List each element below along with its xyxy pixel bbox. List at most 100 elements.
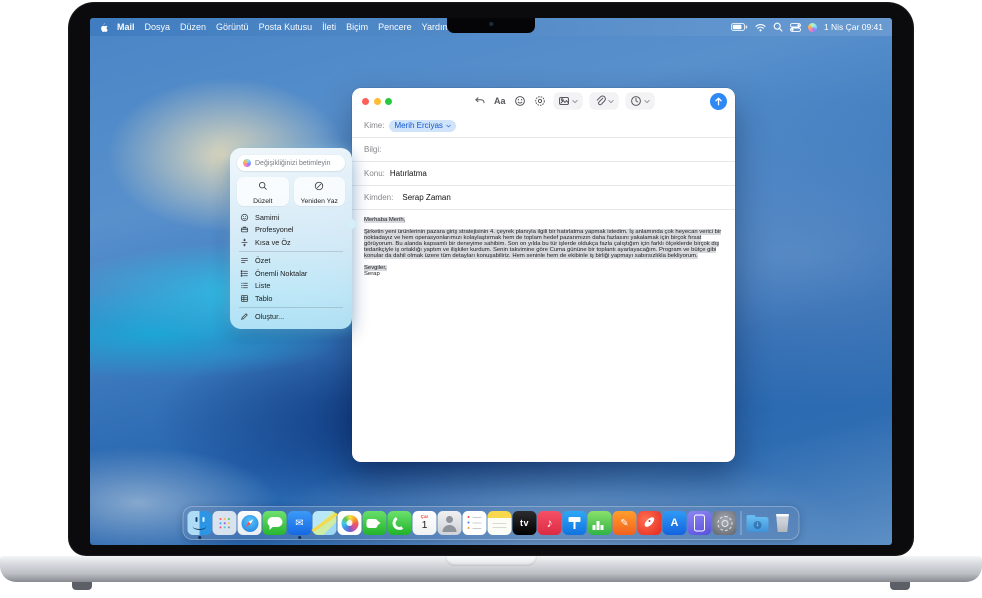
menu-item-4[interactable]: Posta Kutusu: [259, 22, 313, 32]
emoji-icon[interactable]: [514, 95, 526, 107]
tv-glyph: tv: [513, 511, 537, 535]
macbook-foot-right: [890, 582, 910, 590]
field-value-to[interactable]: Merih Erciyas: [389, 120, 455, 132]
running-indicator: [198, 536, 201, 539]
dock-keynote-icon[interactable]: [563, 511, 587, 535]
writing-tools-item-compose[interactable]: Oluştur...: [237, 311, 345, 324]
icon-art: [717, 516, 732, 531]
dock-reminders-icon[interactable]: [463, 511, 487, 535]
minimize-button[interactable]: [374, 98, 381, 105]
writing-tools-buttons: Düzelt Yeniden Yaz: [237, 177, 345, 206]
close-button[interactable]: [362, 98, 369, 105]
message-body[interactable]: Merhaba Merih, Şirketin yeni ürünlerinin…: [352, 210, 735, 462]
dock-facetime-icon[interactable]: [363, 511, 387, 535]
menu-item-6[interactable]: Biçim: [346, 22, 368, 32]
window-controls: [362, 98, 392, 105]
summary-icon: [240, 256, 249, 265]
field-row-cc[interactable]: Bilgi:: [352, 138, 735, 162]
menu-item-8[interactable]: Yardım: [422, 22, 450, 32]
menu-item-2[interactable]: Düzen: [180, 22, 206, 32]
macbook-screen-bezel: Mail Dosya Düzen Görüntü Posta Kutusu İleti Bi…: [68, 2, 914, 556]
app-store-glyph: A: [663, 511, 687, 535]
attachment-button[interactable]: [590, 93, 618, 109]
dock-launchpad-icon[interactable]: [213, 511, 237, 535]
proofread-button[interactable]: Düzelt: [237, 177, 289, 206]
field-value-subject: Hatırlatma: [390, 169, 427, 178]
zoom-button[interactable]: [385, 98, 392, 105]
send-later-button[interactable]: [626, 93, 654, 109]
dock-tv-icon[interactable]: tv: [513, 511, 537, 535]
dock-rocket-icon[interactable]: [638, 511, 662, 535]
battery-icon[interactable]: [731, 23, 748, 31]
menu-item-5[interactable]: İleti: [322, 22, 336, 32]
dock-calendar-icon[interactable]: Çar1: [413, 511, 437, 535]
writing-tools-item-key-points[interactable]: Önemli Noktalar: [237, 267, 345, 280]
dock-numbers-icon[interactable]: [588, 511, 612, 535]
menu-item-1[interactable]: Dosya: [145, 22, 171, 32]
control-center-icon[interactable]: [790, 23, 801, 32]
dock-notes-icon[interactable]: [488, 511, 512, 535]
photo-browser-button[interactable]: [554, 93, 582, 109]
icon-art: [776, 514, 790, 532]
dock-messages-icon[interactable]: [263, 511, 287, 535]
desktop: Mail Dosya Düzen Görüntü Posta Kutusu İleti Bi…: [90, 18, 892, 545]
format-button[interactable]: Aa: [494, 96, 506, 106]
dock-app-store-icon[interactable]: A: [663, 511, 687, 535]
dock-photos-icon[interactable]: [338, 511, 362, 535]
writing-tools-item-concise[interactable]: Kısa ve Öz: [237, 236, 345, 249]
describe-change-input[interactable]: Değişikliğinizi betimleyin: [237, 155, 345, 171]
dock-iphone-mirroring-icon[interactable]: [688, 511, 712, 535]
macbook: Mail Dosya Düzen Görüntü Posta Kutusu İleti Bi…: [0, 0, 982, 598]
dock-mail-icon[interactable]: ✉: [288, 511, 312, 535]
dock-finder-icon[interactable]: [188, 511, 212, 535]
field-label-cc: Bilgi:: [364, 145, 381, 154]
menu-bar-clock[interactable]: 1 Nis Çar 09:41: [824, 22, 883, 32]
field-row-to[interactable]: Kime:Merih Erciyas: [352, 114, 735, 138]
menu-item-3[interactable]: Görüntü: [216, 22, 249, 32]
writing-tools-item-summary[interactable]: Özet: [237, 255, 345, 268]
list-label: Liste: [255, 281, 270, 290]
field-row-subject[interactable]: Konu:Hatırlatma: [352, 162, 735, 186]
apple-logo-icon[interactable]: [99, 22, 109, 33]
undo-icon[interactable]: [474, 95, 486, 107]
icon-art: [263, 511, 287, 535]
compose-pencil-icon: [240, 312, 249, 321]
dock-trash-icon[interactable]: [771, 511, 795, 535]
rewrite-button[interactable]: Yeniden Yaz: [294, 177, 346, 206]
dock-music-icon[interactable]: ♪: [538, 511, 562, 535]
stamp-icon[interactable]: [534, 95, 546, 107]
search-icon[interactable]: [773, 22, 783, 32]
paperclip-icon: [594, 95, 606, 107]
writing-tools-item-professional[interactable]: Profesyonel: [237, 224, 345, 237]
dock-downloads-icon[interactable]: ↓: [746, 511, 770, 535]
icon-art: [341, 515, 358, 532]
proofread-label: Düzelt: [253, 198, 272, 205]
mail-glyph: ✉: [288, 511, 312, 535]
writing-tools-popup: Değişikliğinizi betimleyin Düzelt Yeniden…: [230, 148, 352, 329]
concise-label: Kısa ve Öz: [255, 238, 291, 247]
compose-toolbar: Aa: [352, 88, 735, 114]
music-glyph: ♪: [538, 511, 562, 535]
summary-label: Özet: [255, 256, 270, 265]
dock-phone-icon[interactable]: [388, 511, 412, 535]
key-points-icon: [240, 269, 249, 278]
camera-notch: [447, 18, 535, 33]
wifi-icon[interactable]: [755, 23, 766, 32]
table-icon: [240, 294, 249, 303]
dock-contacts-icon[interactable]: [438, 511, 462, 535]
siri-icon[interactable]: [808, 23, 817, 32]
menu-item-0[interactable]: Mail: [117, 22, 135, 32]
icon-art: [688, 511, 712, 535]
dock-settings-icon[interactable]: [713, 511, 737, 535]
field-row-from[interactable]: Kimden:Serap Zaman: [352, 186, 735, 210]
menu-item-7[interactable]: Pencere: [378, 22, 412, 32]
writing-tools-item-table[interactable]: Tablo: [237, 292, 345, 305]
dock-safari-icon[interactable]: [238, 511, 262, 535]
send-button[interactable]: [710, 93, 727, 110]
smiley-icon: [240, 213, 249, 222]
dock-maps-icon[interactable]: [313, 511, 337, 535]
compose-label: Oluştur...: [255, 312, 284, 321]
dock-pages-icon[interactable]: ✎: [613, 511, 637, 535]
writing-tools-item-list[interactable]: Liste: [237, 280, 345, 293]
writing-tools-item-friendly[interactable]: Samimi: [237, 211, 345, 224]
